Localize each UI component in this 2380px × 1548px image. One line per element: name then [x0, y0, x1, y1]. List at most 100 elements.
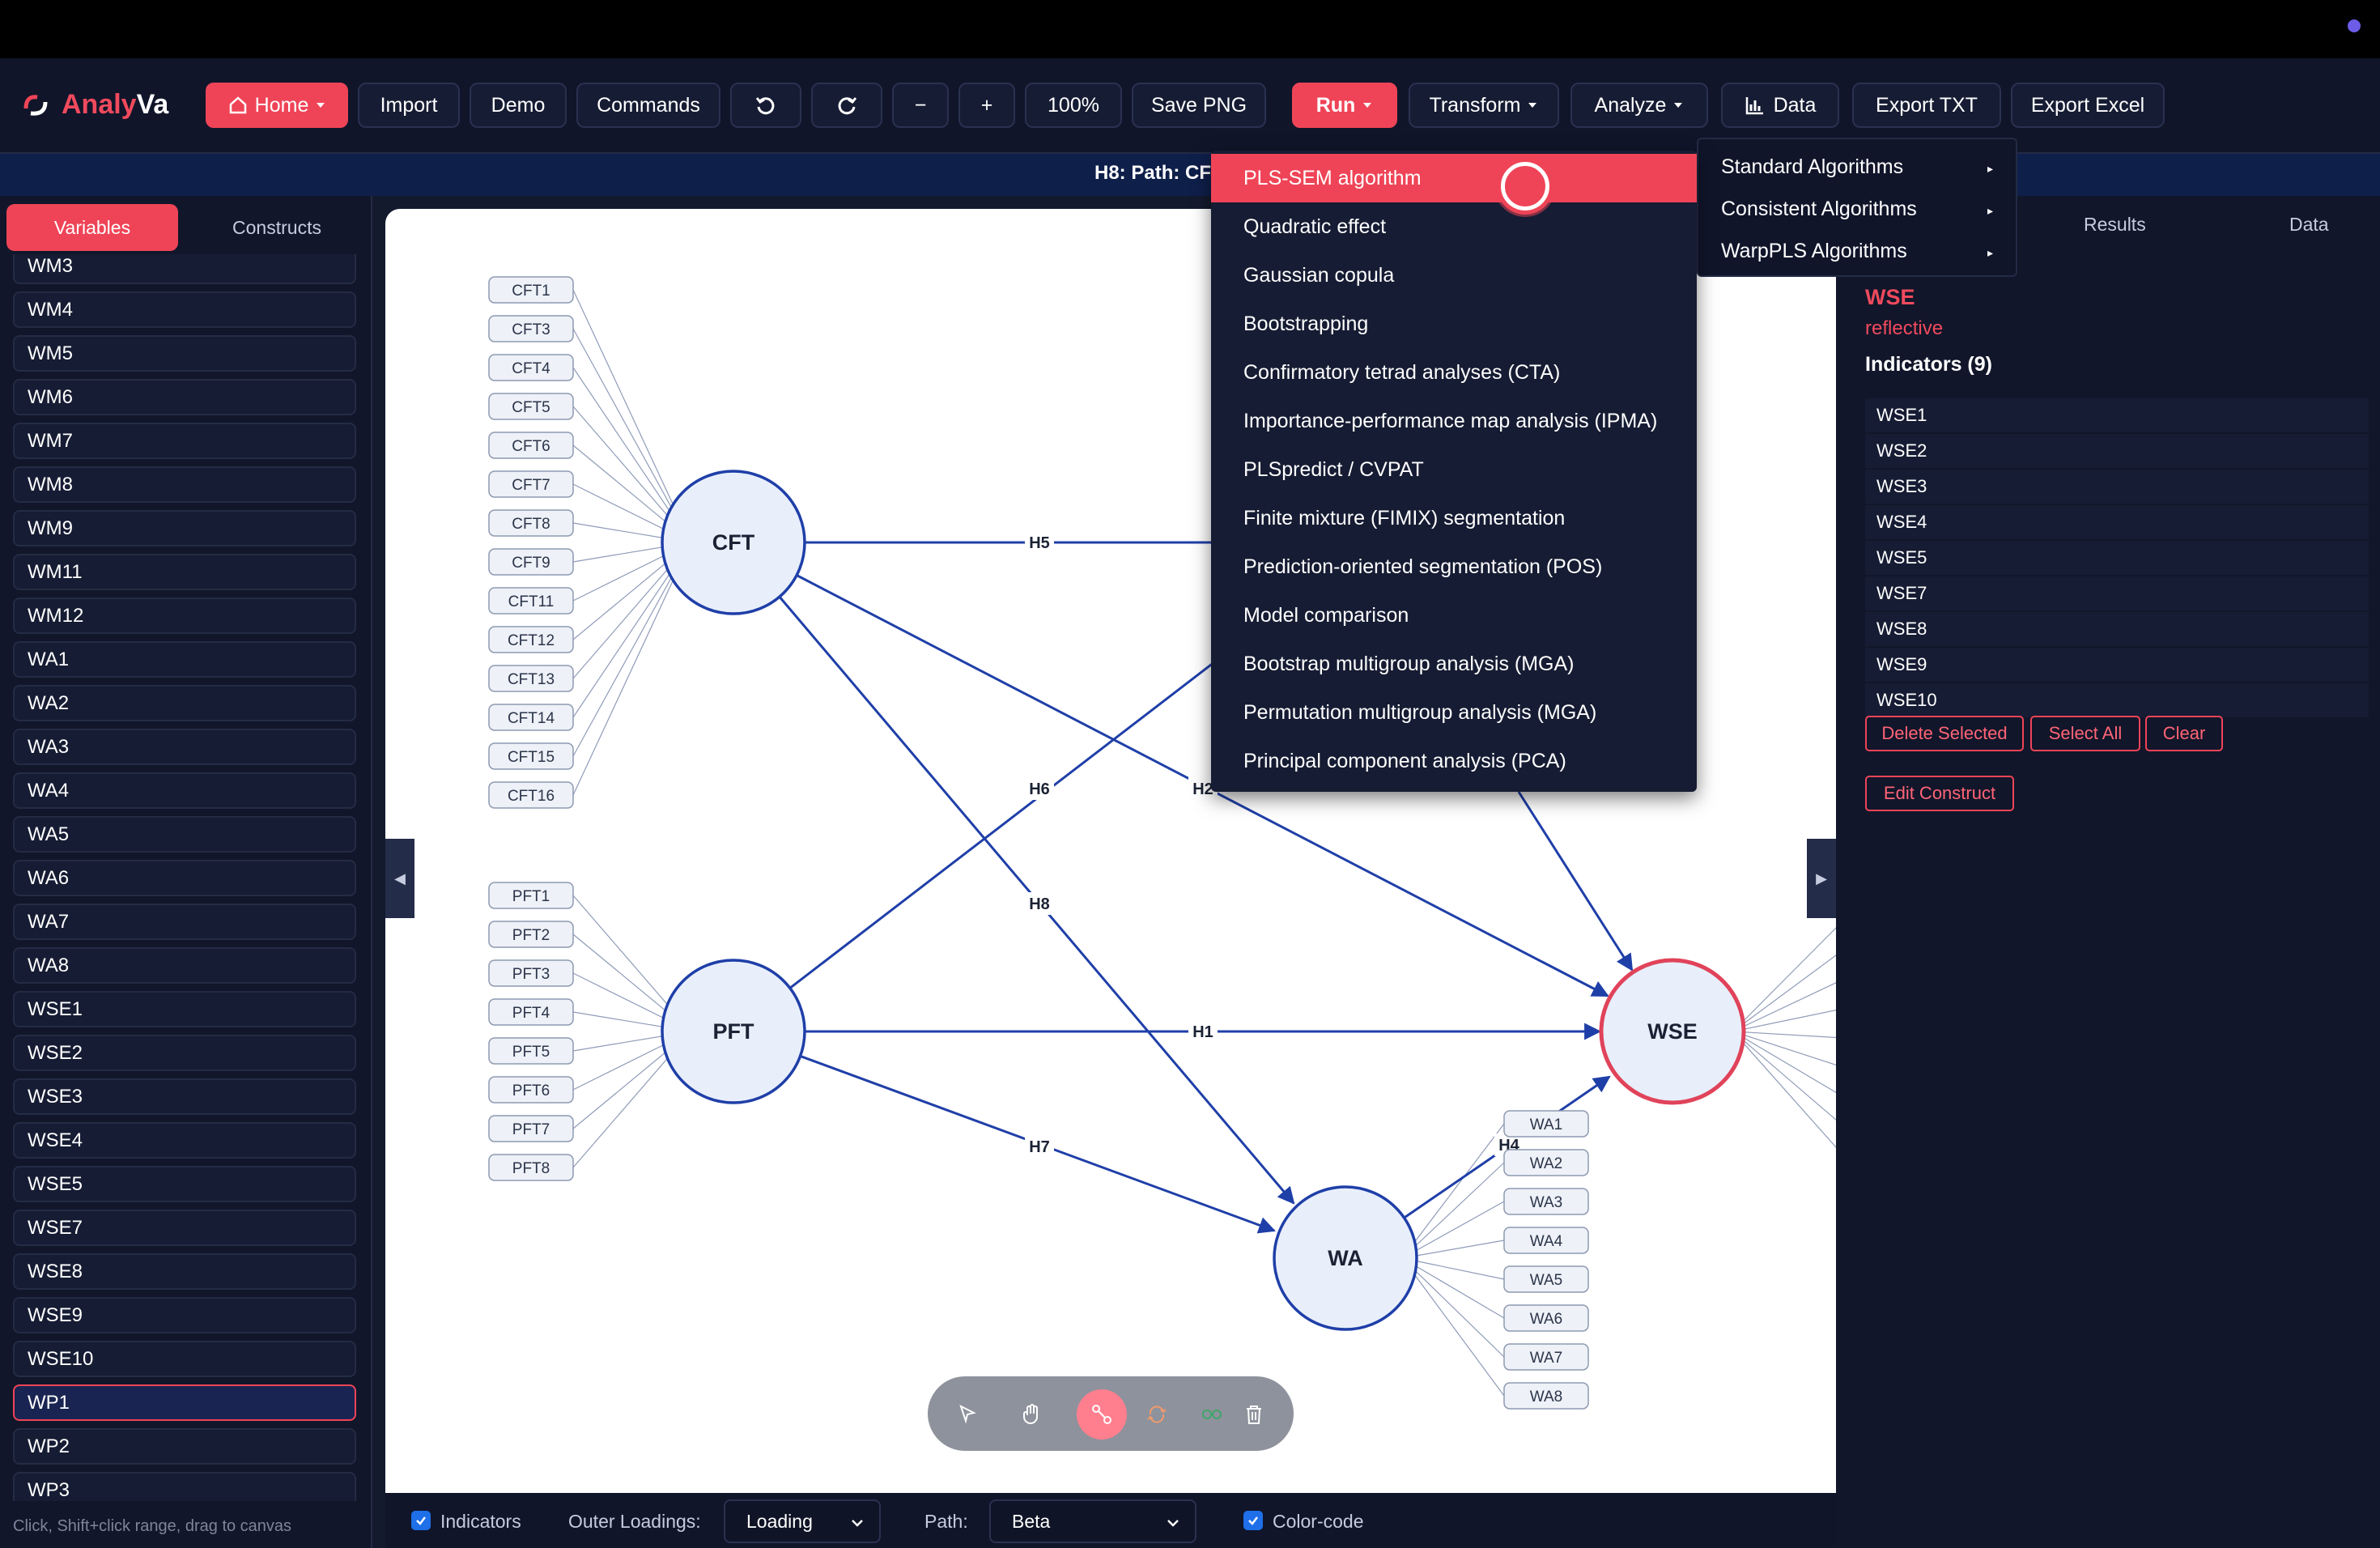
variable-item[interactable]: WM5 [13, 335, 356, 372]
color-code-checkbox[interactable] [1243, 1511, 1263, 1530]
path-coefficient-select[interactable]: Beta [989, 1499, 1196, 1543]
run-menu-item[interactable]: PLSpredict / CVPAT [1211, 445, 1697, 494]
variable-item[interactable]: WSE5 [13, 1166, 356, 1202]
variable-item[interactable]: WA1 [13, 641, 356, 678]
variable-item[interactable]: WM3 [13, 254, 356, 284]
indicator-item[interactable]: WSE7 [1865, 576, 2369, 610]
path-label[interactable]: H1 [1192, 1023, 1213, 1041]
undo-button[interactable] [730, 83, 801, 128]
variable-item[interactable]: WSE8 [13, 1253, 356, 1290]
zoom-in-button[interactable]: + [958, 83, 1015, 128]
run-menu-item[interactable]: PLS-SEM algorithm [1211, 154, 1697, 202]
indicators-checkbox[interactable] [411, 1511, 431, 1530]
menu-item-consistent-algorithms[interactable]: Consistent Algorithms [1721, 198, 1917, 221]
variable-item[interactable]: WM7 [13, 423, 356, 459]
edit-construct-button[interactable]: Edit Construct [1865, 776, 2014, 811]
indicator-item[interactable]: WSE5 [1865, 541, 2369, 575]
variable-item[interactable]: WSE10 [13, 1341, 356, 1377]
path-label[interactable]: H8 [1029, 895, 1050, 913]
run-menu-item[interactable]: Model comparison [1211, 591, 1697, 640]
run-menu-item[interactable]: Bootstrap multigroup analysis (MGA) [1211, 640, 1697, 688]
commands-button[interactable]: Commands [576, 83, 720, 128]
hand-icon [1023, 1404, 1038, 1424]
variable-item[interactable]: WM9 [13, 510, 356, 546]
variable-item[interactable]: WSE7 [13, 1210, 356, 1246]
tab-data[interactable]: Data [2289, 214, 2329, 236]
run-menu-item[interactable]: Quadratic effect [1211, 202, 1697, 251]
variable-item[interactable]: WA5 [13, 816, 356, 853]
variable-item[interactable]: WP3 [13, 1472, 356, 1501]
tab-variables[interactable]: Variables [6, 204, 178, 251]
run-menu-item[interactable]: Permutation multigroup analysis (MGA) [1211, 688, 1697, 737]
variable-item[interactable]: WM4 [13, 291, 356, 328]
variable-item[interactable]: WSE2 [13, 1035, 356, 1071]
variable-item[interactable]: WA4 [13, 772, 356, 809]
variable-item[interactable]: WM12 [13, 598, 356, 634]
path-label[interactable]: H6 [1029, 780, 1050, 798]
delete-selected-button[interactable]: Delete Selected [1865, 716, 2024, 751]
variable-item[interactable]: WSE1 [13, 991, 356, 1027]
submenu-arrow-icon: ▸ [1987, 246, 1993, 259]
indicator-item[interactable]: WSE10 [1865, 683, 2369, 717]
indicator-item[interactable]: WSE3 [1865, 470, 2369, 504]
variable-item[interactable]: WA7 [13, 904, 356, 940]
outer-loadings-select[interactable]: Loading [724, 1499, 881, 1543]
analyze-menu-button[interactable]: Analyze [1570, 83, 1708, 128]
indicator-item[interactable]: WSE4 [1865, 505, 2369, 539]
path-label[interactable]: H5 [1029, 534, 1050, 552]
indicator-item[interactable]: WSE8 [1865, 612, 2369, 646]
indicator-item[interactable]: WSE9 [1865, 648, 2369, 682]
pan-tool-button[interactable] [1007, 1389, 1057, 1440]
indicator-link [1732, 1031, 1836, 1148]
path-label[interactable]: H2 [1192, 780, 1213, 798]
redo-button[interactable] [811, 83, 882, 128]
select-all-button[interactable]: Select All [2030, 716, 2140, 751]
variable-item[interactable]: WSE3 [13, 1078, 356, 1115]
menu-item-warppls-algorithms[interactable]: WarpPLS Algorithms [1721, 240, 1907, 263]
tab-results[interactable]: Results [2084, 214, 2146, 236]
run-menu-item[interactable]: Finite mixture (FIMIX) segmentation [1211, 494, 1697, 542]
structural-path[interactable] [788, 644, 1236, 989]
variable-item[interactable]: WM6 [13, 379, 356, 415]
save-png-button[interactable]: Save PNG [1132, 83, 1266, 128]
structural-path[interactable] [1517, 791, 1634, 972]
run-menu-item[interactable]: Bootstrapping [1211, 300, 1697, 348]
run-menu-item[interactable]: Gaussian copula [1211, 251, 1697, 300]
variable-item[interactable]: WP2 [13, 1428, 356, 1465]
run-menu-item[interactable]: Principal component analysis (PCA) [1211, 737, 1697, 785]
export-txt-button[interactable]: Export TXT [1852, 83, 2001, 128]
variable-item[interactable]: WSE4 [13, 1122, 356, 1159]
path-label[interactable]: H7 [1029, 1138, 1050, 1156]
demo-button[interactable]: Demo [470, 83, 567, 128]
indicator-item[interactable]: WSE2 [1865, 434, 2369, 468]
connect-tool-button[interactable] [1077, 1389, 1127, 1440]
clear-button[interactable]: Clear [2145, 716, 2223, 751]
cycle-tool-button[interactable] [1132, 1389, 1182, 1440]
variable-item[interactable]: WM11 [13, 554, 356, 590]
menu-item-standard-algorithms[interactable]: Standard Algorithms [1721, 155, 1903, 179]
variable-item[interactable]: WA8 [13, 947, 356, 984]
home-button[interactable]: Home [206, 83, 348, 128]
variable-item[interactable]: WSE9 [13, 1297, 356, 1333]
collapse-left-panel-button[interactable]: ◀ [385, 839, 414, 918]
collapse-right-panel-button[interactable]: ▶ [1807, 839, 1836, 918]
run-menu-item[interactable]: Prediction-oriented segmentation (POS) [1211, 542, 1697, 591]
zoom-level[interactable]: 100% [1025, 83, 1122, 128]
variable-item[interactable]: WP1 [13, 1384, 356, 1421]
indicator-item[interactable]: WSE1 [1865, 398, 2369, 432]
variable-item[interactable]: WA6 [13, 860, 356, 896]
variable-item[interactable]: WA2 [13, 685, 356, 721]
run-menu-item[interactable]: Importance-performance map analysis (IPM… [1211, 397, 1697, 445]
variable-item[interactable]: WM8 [13, 466, 356, 503]
data-button[interactable]: Data [1721, 83, 1839, 128]
select-tool-button[interactable] [942, 1389, 992, 1440]
import-button[interactable]: Import [358, 83, 460, 128]
tab-constructs[interactable]: Constructs [191, 204, 363, 251]
zoom-out-button[interactable]: − [892, 83, 949, 128]
run-menu-button[interactable]: Run [1292, 83, 1397, 128]
export-excel-button[interactable]: Export Excel [2011, 83, 2165, 128]
delete-tool-button[interactable] [1229, 1389, 1279, 1440]
run-menu-item[interactable]: Confirmatory tetrad analyses (CTA) [1211, 348, 1697, 397]
transform-menu-button[interactable]: Transform [1409, 83, 1559, 128]
variable-item[interactable]: WA3 [13, 729, 356, 765]
